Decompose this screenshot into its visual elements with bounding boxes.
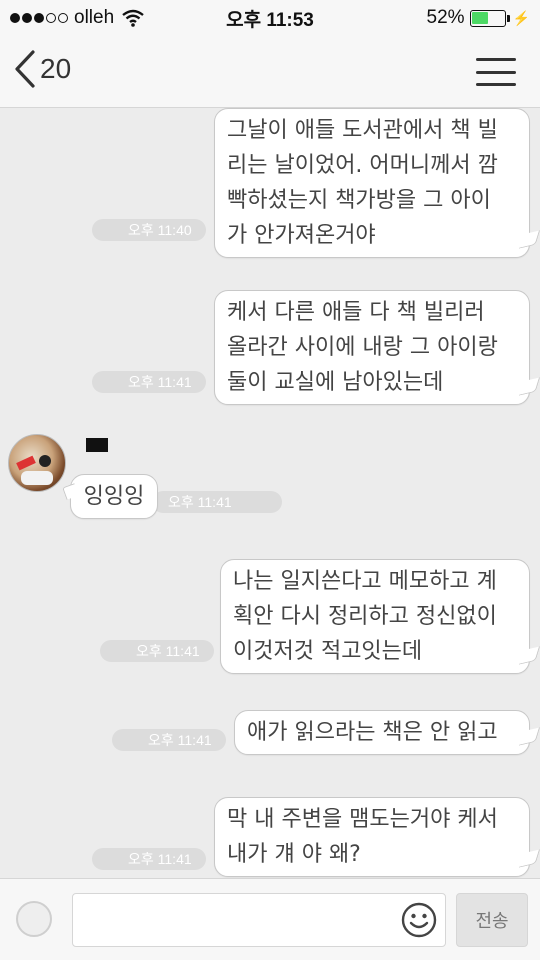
message-list[interactable]: 오후 11:40 그날이 애들 도서관에서 책 빌 리는 날이었어. 어머니께서… [0,108,540,878]
message-timestamp: 오후 11:41 [92,371,206,393]
chat-header: 20 [0,36,540,108]
sender-name [80,438,108,452]
outgoing-message-bubble[interactable]: 나는 일지쓴다고 메모하고 계 획안 다시 정리하고 정신없이 이것저것 적고잇… [220,559,530,674]
message-timestamp: 오후 11:41 [100,640,214,662]
hamburger-menu-icon[interactable] [476,58,516,86]
back-button[interactable]: 20 [14,50,71,88]
battery-indicator: 52% ⚡ [427,7,530,29]
battery-percent: 52% [426,7,465,28]
message-timestamp: 오후 11:40 [92,219,206,241]
message-input-bar: 전송 [0,878,540,960]
smiley-icon[interactable] [400,901,438,939]
message-timestamp: 오후 11:41 [112,729,226,751]
sender-avatar[interactable] [8,434,66,492]
redaction-block [86,438,108,452]
battery-icon [469,9,510,27]
incoming-message-bubble[interactable]: 잉잉잉 [70,474,158,519]
unread-count: 20 [40,53,72,84]
chevron-left-icon [15,50,35,88]
status-bar: olleh 오후 11:53 52% ⚡ [0,0,540,36]
attach-circle-icon[interactable] [16,901,52,937]
outgoing-message-bubble[interactable]: 그날이 애들 도서관에서 책 빌 리는 날이었어. 어머니께서 깜 빡하셨는지 … [214,108,530,258]
outgoing-message-bubble[interactable]: 막 내 주변을 맴도는거야 케서 내가 걔 야 왜? [214,797,530,877]
send-button[interactable]: 전송 [456,893,528,947]
charging-bolt-icon: ⚡ [512,9,530,26]
message-timestamp: 오후 11:41 [152,491,282,513]
outgoing-message-bubble[interactable]: 케서 다른 애들 다 책 빌리러 올라간 사이에 내랑 그 아이랑 둘이 교실에… [214,290,530,405]
message-input[interactable] [72,893,446,947]
outgoing-message-bubble[interactable]: 애가 읽으라는 책은 안 읽고 [234,710,530,755]
message-timestamp: 오후 11:41 [92,848,206,870]
